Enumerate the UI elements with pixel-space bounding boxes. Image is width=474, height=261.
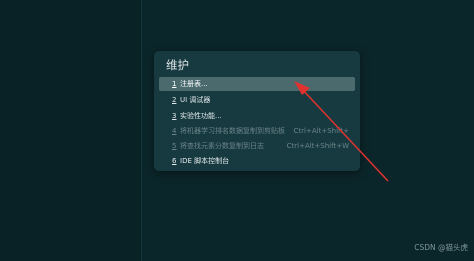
mnemonic-number: 3 [172,112,177,120]
menu-item-label: 实验性功能... [180,112,222,120]
mnemonic-number: 1 [172,80,177,88]
menu-item-label: UI 调试器 [180,96,211,104]
menu-item-label: IDE 脚本控制台 [180,157,230,165]
menu-item-label: 将机器学习排名数据复制到剪贴板 [180,127,285,135]
watermark: CSDN @猫头虎 [414,243,468,252]
menu-item-copy-ml-ranking: 4 将机器学习排名数据复制到剪贴板 Ctrl+Alt+Shift+ [159,124,355,138]
popup-title: 维护 [166,58,189,72]
menu-item-registry[interactable]: 1 注册表... [159,77,355,91]
left-pane [0,0,141,261]
menu-item-experimental-features[interactable]: 3 实验性功能... [159,109,355,123]
mnemonic-number: 2 [172,96,177,104]
mnemonic-number: 4 [172,127,177,135]
menu-item-label: 注册表... [180,80,208,88]
menu-item-shortcut: Ctrl+Alt+Shift+W [286,142,349,150]
menu-item-ui-debugger[interactable]: 2 UI 调试器 [159,93,355,107]
maintenance-popup: 维护 1 注册表... 2 UI 调试器 3 实验性功能... 4 将机器学习排… [154,51,360,171]
mnemonic-number: 5 [172,142,177,150]
mnemonic-number: 6 [172,157,177,165]
menu-item-label: 将查找元素分数复制到日志 [180,142,264,150]
menu-item-shortcut: Ctrl+Alt+Shift+ [293,127,349,135]
menu-item-ide-script-console[interactable]: 6 IDE 脚本控制台 [159,154,355,168]
menu-item-copy-element-scores: 5 将查找元素分数复制到日志 Ctrl+Alt+Shift+W [159,139,355,153]
